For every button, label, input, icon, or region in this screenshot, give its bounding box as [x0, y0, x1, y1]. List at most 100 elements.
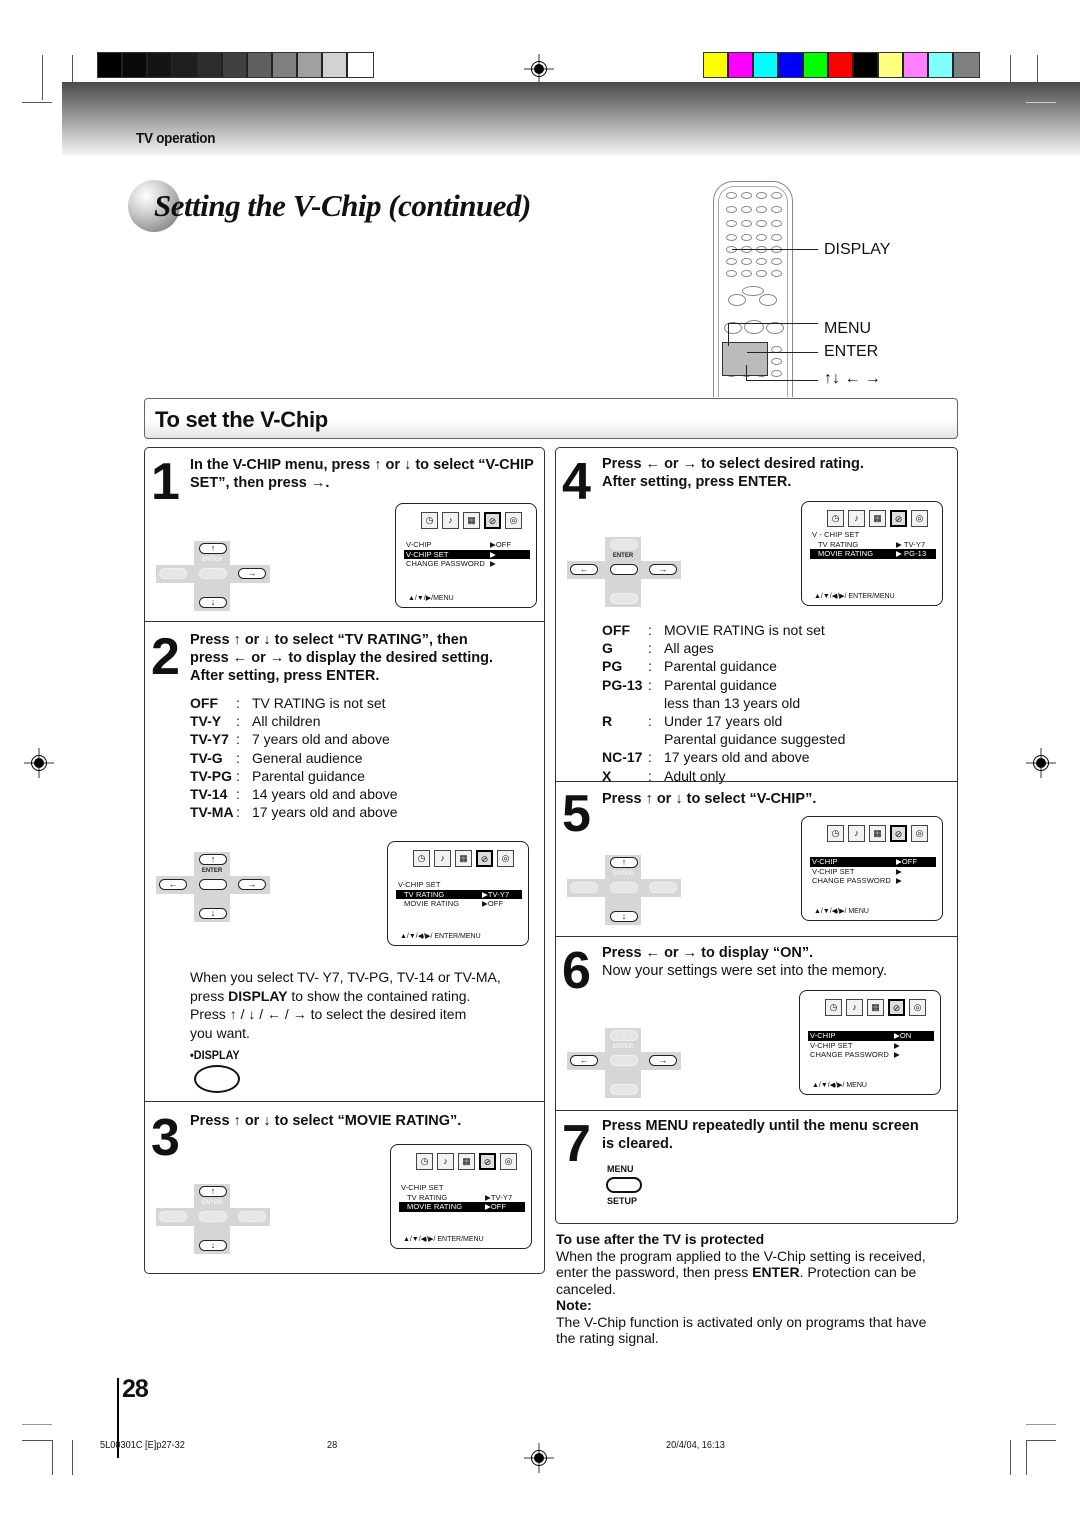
remote-button: [741, 270, 752, 277]
step-6-instruction: Press ← or → to display “ON”. Now your s…: [602, 945, 888, 979]
osd-screen: ◷ ♪ ▦ ⊘ ◎ V-CHIP SET TV RATING ▶TV-Y7 MOVIE RATI…: [387, 841, 529, 946]
right-arrow-icon: →: [310, 475, 326, 491]
left-arrow-icon: ←: [645, 945, 661, 961]
osd-menu-row: TV RATING ▶ TV-Y7: [818, 539, 926, 549]
color-swatch: [223, 53, 248, 77]
remote-button: [756, 206, 767, 213]
osd-footer-hint: ▲/▼/◀/▶/ ENTER/MENU: [403, 1236, 484, 1243]
crop-mark: [1026, 1440, 1056, 1441]
dpad-enter-key: [199, 1211, 227, 1222]
music-icon: ♪: [434, 850, 451, 867]
step-number: 5: [562, 785, 591, 843]
dpad-left-key: ←: [570, 1055, 598, 1066]
dpad-right-key: →: [649, 564, 677, 575]
up-arrow-icon: ↑: [229, 1006, 237, 1022]
dpad-enter-key: [610, 564, 638, 575]
remote-label-arrows: ↑↓ ← →: [824, 370, 881, 387]
remote-button: [756, 192, 767, 199]
osd-screen: ◷ ♪ ▦ ⊘ ◎ V-CHIP SET TV RATING ▶TV-Y7 MOVIE RATI…: [390, 1144, 532, 1249]
tape-icon: ◎: [909, 999, 926, 1016]
dpad-enter-key: [199, 879, 227, 890]
step-2-instruction: Press ↑ or ↓ to select “TV RATING”, then…: [190, 632, 493, 684]
remote-label-menu: MENU: [824, 320, 872, 337]
tape-icon: ◎: [911, 510, 928, 527]
menu-callout-line: [728, 323, 818, 324]
right-arrow-icon: →: [292, 1006, 307, 1022]
color-swatch: [754, 53, 779, 77]
color-swatch: [198, 53, 223, 77]
dpad-enter-key: [199, 568, 227, 579]
color-swatch: [98, 53, 123, 77]
left-arrow-icon: ←: [267, 1006, 282, 1022]
footer-file-name: 5L00301C [E]p27-32: [100, 1440, 185, 1451]
osd-menu-header: V - CHIP SET: [812, 530, 860, 539]
rating-row: TV-14:14 years old and above: [190, 786, 398, 803]
dpad-enter-key: [610, 882, 638, 893]
remote-button: [741, 234, 752, 241]
music-icon: ♪: [846, 999, 863, 1016]
remote-dpad: [722, 342, 768, 376]
crop-mark: [52, 1440, 53, 1475]
steps-panel-right: 4 Press ← or → to select desired rating.…: [555, 447, 958, 1224]
osd-footer-hint: ▲/▼/◀/▶/ ENTER/MENU: [400, 933, 481, 940]
menu-button-icon: [606, 1177, 642, 1193]
step-divider: [145, 1101, 544, 1102]
color-swatch: [123, 53, 148, 77]
enter-label: ENTER: [612, 1044, 634, 1050]
enter-label: ENTER: [612, 553, 634, 559]
lock-icon: ⊘: [484, 512, 501, 529]
page-number: 28: [122, 1375, 149, 1403]
osd-menu-row: V-CHIP ▶OFF: [406, 540, 512, 549]
dpad-left-key: ←: [159, 1211, 187, 1222]
remote-button: [726, 220, 737, 227]
color-swatch: [148, 53, 173, 77]
step-number: 4: [562, 453, 591, 511]
remote-label-display: DISPLAY: [824, 241, 891, 258]
color-swatch: [704, 53, 729, 77]
clock-icon: ◷: [413, 850, 430, 867]
osd-menu-row: V-CHIP SET ▶: [812, 866, 902, 876]
osd-menu-row: V-CHIP ▶OFF: [810, 857, 936, 867]
remote-button: [771, 220, 782, 227]
dpad-left-key: ←: [570, 564, 598, 575]
color-swatch: [804, 53, 829, 77]
osd-menu-row: V-CHIP SET ▶: [404, 549, 530, 559]
remote-button: [756, 220, 767, 227]
clock-icon: ◷: [827, 825, 844, 842]
remote-button: [771, 192, 782, 199]
grid-icon: ▦: [458, 1153, 475, 1170]
tape-icon: ◎: [497, 850, 514, 867]
enter-label: ENTER: [201, 557, 223, 563]
music-icon: ♪: [848, 510, 865, 527]
remote-button: [741, 220, 752, 227]
tape-icon: ◎: [505, 512, 522, 529]
color-swatch: [854, 53, 879, 77]
remote-button: [771, 270, 782, 277]
protected-note: To use after the TV is protected When th…: [556, 1231, 956, 1347]
left-arrow-icon: ←: [645, 456, 661, 472]
steps-panel-left: 1 In the V-CHIP menu, press ↑ or ↓ to se…: [144, 447, 545, 1274]
grid-icon: ▦: [463, 512, 480, 529]
dpad-illustration: ENTER ↑ ↓ ← →: [156, 1184, 270, 1254]
osd-screen: ◷ ♪ ▦ ⊘ ◎ V-CHIP ▶OFF V-CHIP SET ▶ CHANGE PASSWOR…: [395, 503, 537, 608]
remote-button: [726, 206, 737, 213]
remote-button: [742, 286, 764, 296]
left-arrow-icon: ←: [232, 650, 248, 666]
dpad-down-key: ↓: [199, 597, 227, 608]
rating-row: TV-Y7:7 years old and above: [190, 731, 390, 748]
right-arrow-icon: →: [682, 456, 698, 472]
lock-icon: ⊘: [888, 999, 905, 1016]
color-swatch: [323, 53, 348, 77]
tape-icon: ◎: [500, 1153, 517, 1170]
crop-mark: [22, 102, 52, 103]
osd-menu-row: V-CHIP SET ▶: [810, 1040, 900, 1050]
dpad-up-key: ↑: [610, 857, 638, 868]
section-title: To set the V-Chip: [155, 407, 328, 432]
enter-label: ENTER: [612, 871, 634, 877]
display-button-icon: [194, 1065, 240, 1093]
remote-button: [741, 206, 752, 213]
rating-row: PG: Parental guidance: [602, 658, 777, 675]
osd-menu-row: CHANGE PASSWORD ▶: [812, 876, 902, 885]
grid-icon: ▦: [869, 825, 886, 842]
crop-mark: [72, 55, 73, 85]
